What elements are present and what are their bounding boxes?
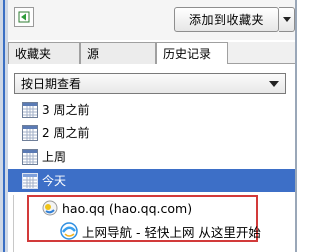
history-view-selected: 按日期查看 [21, 77, 82, 91]
chevron-down-icon [282, 16, 291, 22]
history-group-3-weeks-ago[interactable]: 3 周之前 [8, 98, 295, 121]
calendar-icon [22, 124, 38, 141]
tab-history[interactable]: 历史记录 [156, 42, 228, 64]
favorites-toolbar: 添加到收藏夹 [8, 0, 295, 40]
tab-feeds[interactable]: 源 [80, 42, 156, 64]
history-group-label: 3 周之前 [42, 103, 90, 117]
history-group-label: 2 周之前 [42, 126, 90, 140]
browser-page-icon [60, 222, 78, 240]
history-page-label: 上网导航 - 轻快上网 从这里开始 [82, 224, 261, 240]
add-favorites-dropdown-button[interactable] [279, 7, 295, 32]
history-site-item[interactable]: hao.qq (hao.qq.com) [42, 197, 192, 219]
tab-favorites[interactable]: 收藏夹 [8, 42, 80, 64]
arrow-left-icon [18, 11, 30, 23]
history-group-last-week[interactable]: 上周 [8, 145, 295, 168]
tab-history-label: 历史记录 [163, 47, 212, 61]
history-group-label: 今天 [42, 174, 67, 188]
history-page-item[interactable]: 上网导航 - 轻快上网 从这里开始 [60, 220, 261, 242]
tab-feeds-label: 源 [87, 47, 100, 61]
history-view-select[interactable]: 按日期查看 [14, 73, 286, 94]
history-group-2-weeks-ago[interactable]: 2 周之前 [8, 121, 295, 144]
site-globe-icon [42, 200, 58, 216]
add-to-favorites-label: 添加到收藏夹 [188, 13, 264, 27]
calendar-icon [22, 148, 38, 165]
tree-guide-line [13, 195, 14, 252]
calendar-icon [22, 172, 38, 189]
panel-tabs: 收藏夹 源 历史记录 [8, 42, 295, 64]
back-button[interactable] [14, 7, 34, 27]
history-group-label: 上周 [42, 150, 67, 164]
window-right-edge [295, 0, 297, 252]
calendar-icon [22, 101, 38, 118]
history-site-label: hao.qq (hao.qq.com) [62, 200, 193, 216]
tab-favorites-label: 收藏夹 [15, 47, 52, 61]
add-to-favorites-button[interactable]: 添加到收藏夹 [174, 7, 279, 32]
history-group-today[interactable]: 今天 [8, 169, 295, 192]
select-arrow-icon [269, 81, 279, 87]
window-left-edge [0, 0, 8, 252]
